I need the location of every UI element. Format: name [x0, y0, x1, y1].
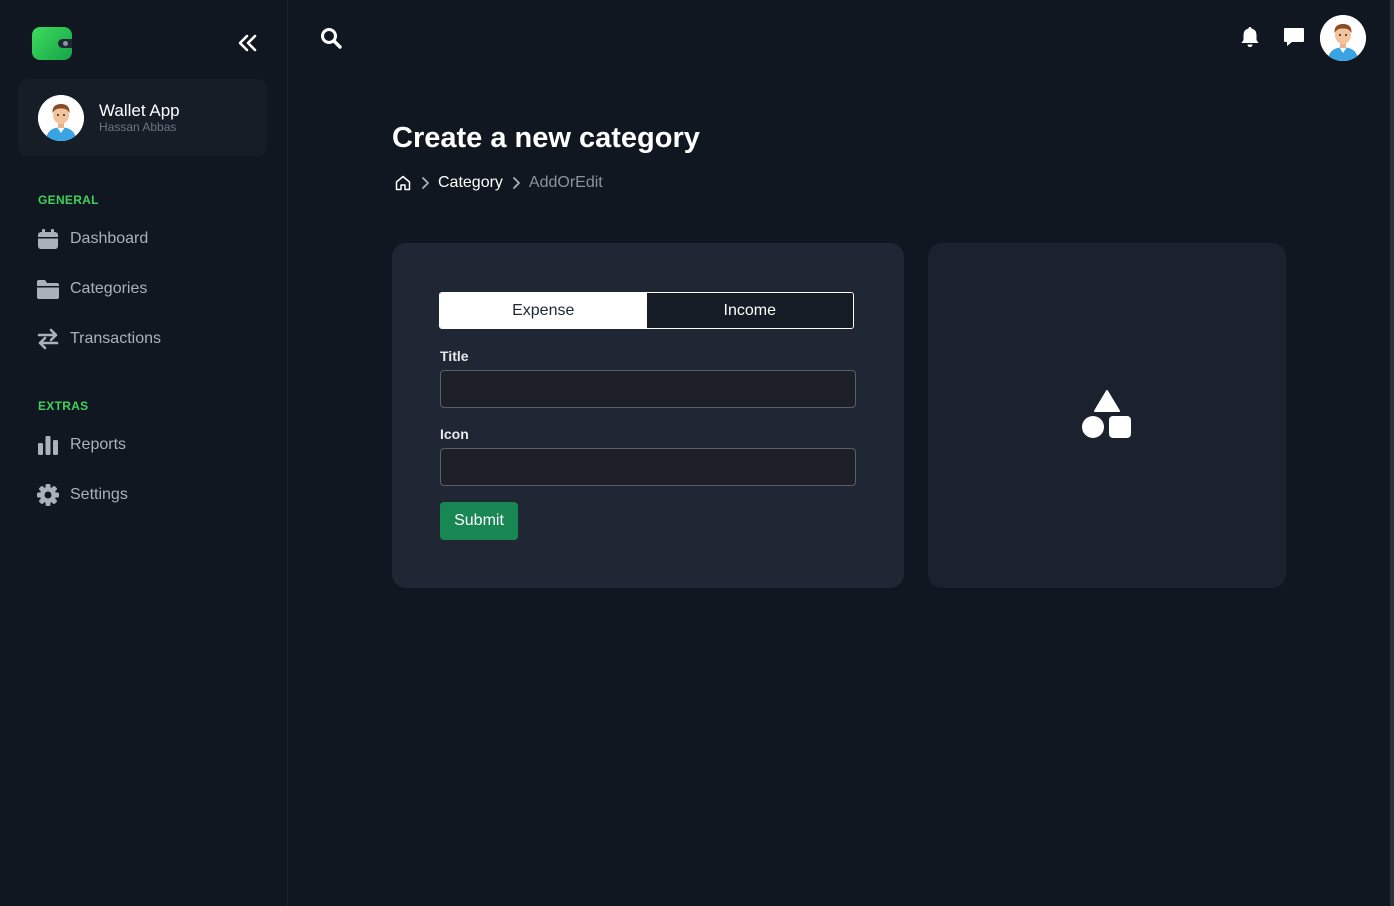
- toggle-option-income[interactable]: Income: [646, 293, 853, 328]
- app-name: Wallet App: [99, 101, 180, 120]
- sidebar-item-dashboard[interactable]: Dashboard: [36, 224, 148, 254]
- sidebar-item-label: Reports: [70, 436, 127, 453]
- sidebar-item-label: Categories: [70, 280, 148, 297]
- wallet-clasp: [58, 39, 72, 48]
- chat-icon[interactable]: [1282, 25, 1306, 49]
- shapes-icon: [1082, 390, 1131, 438]
- icon-preview-card: [928, 243, 1286, 588]
- wallet-logo-icon[interactable]: [32, 27, 72, 60]
- breadcrumb-current: AddOrEdit: [528, 174, 603, 191]
- breadcrumb-link-category[interactable]: Category: [438, 174, 503, 192]
- sidebar-item-label: Transactions: [70, 330, 161, 347]
- gear-icon: [36, 483, 60, 507]
- home-icon[interactable]: [394, 174, 412, 192]
- search-icon[interactable]: [319, 26, 343, 50]
- title-input[interactable]: [440, 370, 856, 408]
- sidebar-item-categories[interactable]: Categories: [36, 274, 147, 304]
- calendar-icon: [36, 227, 60, 251]
- section-label-general: GENERAL: [38, 193, 99, 207]
- icon-label: Icon: [440, 426, 469, 442]
- page-title: Create a new category: [392, 122, 700, 154]
- type-toggle: Expense Income: [439, 292, 854, 329]
- breadcrumb: Category AddOrEdit: [394, 171, 603, 195]
- bar-chart-icon: [36, 433, 60, 457]
- chevron-right-icon: [511, 176, 521, 190]
- user-name: Hassan Abbas: [99, 120, 177, 134]
- sidebar: Wallet App Hassan Abbas GENERAL Dashboar…: [0, 0, 288, 906]
- profile-card[interactable]: Wallet App Hassan Abbas: [18, 79, 267, 156]
- category-form-card: Expense Income Title Icon Submit: [392, 243, 904, 588]
- sidebar-item-label: Dashboard: [70, 230, 149, 247]
- sidebar-item-transactions[interactable]: Transactions: [36, 324, 161, 354]
- scrollbar[interactable]: [1390, 0, 1394, 906]
- toggle-option-expense[interactable]: Expense: [440, 293, 647, 328]
- icon-input[interactable]: [440, 448, 856, 486]
- submit-button[interactable]: Submit: [440, 502, 518, 540]
- title-label: Title: [440, 348, 469, 364]
- sidebar-item-reports[interactable]: Reports: [36, 430, 126, 460]
- section-label-extras: EXTRAS: [38, 399, 89, 413]
- sidebar-item-label: Settings: [70, 486, 128, 503]
- sidebar-item-settings[interactable]: Settings: [36, 480, 128, 510]
- swap-arrows-icon: [36, 327, 60, 351]
- header-avatar[interactable]: [1320, 15, 1366, 61]
- folder-icon: [36, 277, 60, 301]
- double-chevron-left-icon[interactable]: [236, 31, 260, 55]
- bell-icon[interactable]: [1238, 25, 1262, 49]
- avatar: [38, 95, 84, 141]
- chevron-right-icon: [420, 176, 430, 190]
